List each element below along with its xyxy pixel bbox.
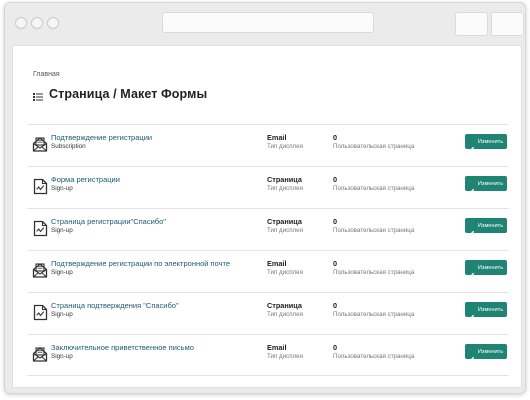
- address-bar[interactable]: [162, 12, 374, 33]
- item-name-link[interactable]: Заключительное приветственное письмо: [51, 343, 194, 352]
- custom-page-count: 0: [333, 175, 338, 184]
- list-item: Страница регистрации"Спасибо" Sign-up Ст…: [27, 208, 509, 250]
- toolbar-button-2[interactable]: [491, 12, 524, 36]
- item-name-link[interactable]: Форма регистрации: [51, 175, 120, 184]
- item-subtitle: Sign-up: [51, 227, 73, 234]
- list-item: Заключительное приветственное письмо Sig…: [27, 334, 509, 376]
- pencil-icon: [469, 307, 475, 319]
- pencil-icon: [469, 139, 475, 151]
- item-name-link[interactable]: Подтверждение регистрации: [51, 133, 152, 142]
- page-icon: [32, 178, 49, 195]
- display-type-value: Email: [267, 133, 287, 142]
- custom-page-label: Пользовательская страница: [333, 185, 415, 192]
- pencil-icon: [469, 181, 475, 193]
- edit-button[interactable]: Изменить: [465, 260, 507, 277]
- display-type-label: Тип дисплея: [267, 353, 303, 360]
- item-name-link[interactable]: Страница регистрации"Спасибо": [51, 217, 166, 226]
- custom-page-label: Пользовательская страница: [333, 143, 415, 150]
- pencil-icon: [469, 265, 475, 277]
- list-item: Форма регистрации Sign-up Страница Тип д…: [27, 166, 509, 208]
- toolbar-button-1[interactable]: [455, 12, 488, 36]
- maximize-dot[interactable]: [47, 17, 59, 29]
- display-type-label: Тип дисплея: [267, 185, 303, 192]
- item-subtitle: Sign-up: [51, 311, 73, 318]
- edit-button[interactable]: Изменить: [465, 134, 507, 151]
- page-content: Главная Страница / Макет Формы Подтвержд…: [12, 45, 522, 388]
- edit-button-label: Изменить: [477, 138, 504, 145]
- breadcrumb[interactable]: Главная: [33, 71, 60, 78]
- item-subtitle: Sign-up: [51, 353, 73, 360]
- edit-button-label: Изменить: [477, 180, 504, 187]
- custom-page-label: Пользовательская страница: [333, 353, 415, 360]
- edit-button-label: Изменить: [477, 264, 504, 271]
- display-type-value: Страница: [267, 175, 302, 184]
- item-subtitle: Sign-up: [51, 185, 73, 192]
- display-type-label: Тип дисплея: [267, 143, 303, 150]
- custom-page-label: Пользовательская страница: [333, 311, 415, 318]
- edit-button[interactable]: Изменить: [465, 302, 507, 319]
- edit-button-label: Изменить: [477, 348, 504, 355]
- pencil-icon: [469, 223, 475, 235]
- display-type-value: Страница: [267, 301, 302, 310]
- display-type-label: Тип дисплея: [267, 269, 303, 276]
- edit-button-label: Изменить: [477, 306, 504, 313]
- custom-page-count: 0: [333, 343, 338, 352]
- display-type-value: Email: [267, 259, 287, 268]
- item-name-link[interactable]: Страница подтверждения "Спасибо": [51, 301, 179, 310]
- item-subtitle: Sign-up: [51, 269, 73, 276]
- display-type-value: Страница: [267, 217, 302, 226]
- display-type-value: Email: [267, 343, 287, 352]
- list-item: Подтверждение регистрации Subscription E…: [27, 124, 509, 166]
- envelope-icon: [32, 262, 49, 279]
- custom-page-label: Пользовательская страница: [333, 269, 415, 276]
- item-name-link[interactable]: Подтверждение регистрации по электронной…: [51, 259, 230, 268]
- custom-page-label: Пользовательская страница: [333, 227, 415, 234]
- custom-page-count: 0: [333, 259, 338, 268]
- list-item: Страница подтверждения "Спасибо" Sign-up…: [27, 292, 509, 334]
- pencil-icon: [469, 349, 475, 361]
- edit-button[interactable]: Изменить: [465, 344, 507, 361]
- list-icon: [33, 89, 43, 101]
- edit-button[interactable]: Изменить: [465, 176, 507, 193]
- list-item: Подтверждение регистрации по электронной…: [27, 250, 509, 292]
- page-icon: [32, 220, 49, 237]
- browser-titlebar: [5, 3, 525, 43]
- browser-window: Главная Страница / Макет Формы Подтвержд…: [4, 2, 526, 394]
- edit-button[interactable]: Изменить: [465, 218, 507, 235]
- display-type-label: Тип дисплея: [267, 311, 303, 318]
- item-subtitle: Subscription: [51, 143, 86, 150]
- custom-page-count: 0: [333, 301, 338, 310]
- custom-page-count: 0: [333, 217, 338, 226]
- page-title-text: Страница / Макет Формы: [49, 87, 208, 101]
- page-title: Страница / Макет Формы: [33, 86, 207, 102]
- display-type-label: Тип дисплея: [267, 227, 303, 234]
- minimize-dot[interactable]: [31, 17, 43, 29]
- envelope-icon: [32, 346, 49, 363]
- form-layout-list: Подтверждение регистрации Subscription E…: [27, 124, 509, 376]
- custom-page-count: 0: [333, 133, 338, 142]
- envelope-icon: [32, 136, 49, 153]
- page-icon: [32, 304, 49, 321]
- close-dot[interactable]: [15, 17, 27, 29]
- edit-button-label: Изменить: [477, 222, 504, 229]
